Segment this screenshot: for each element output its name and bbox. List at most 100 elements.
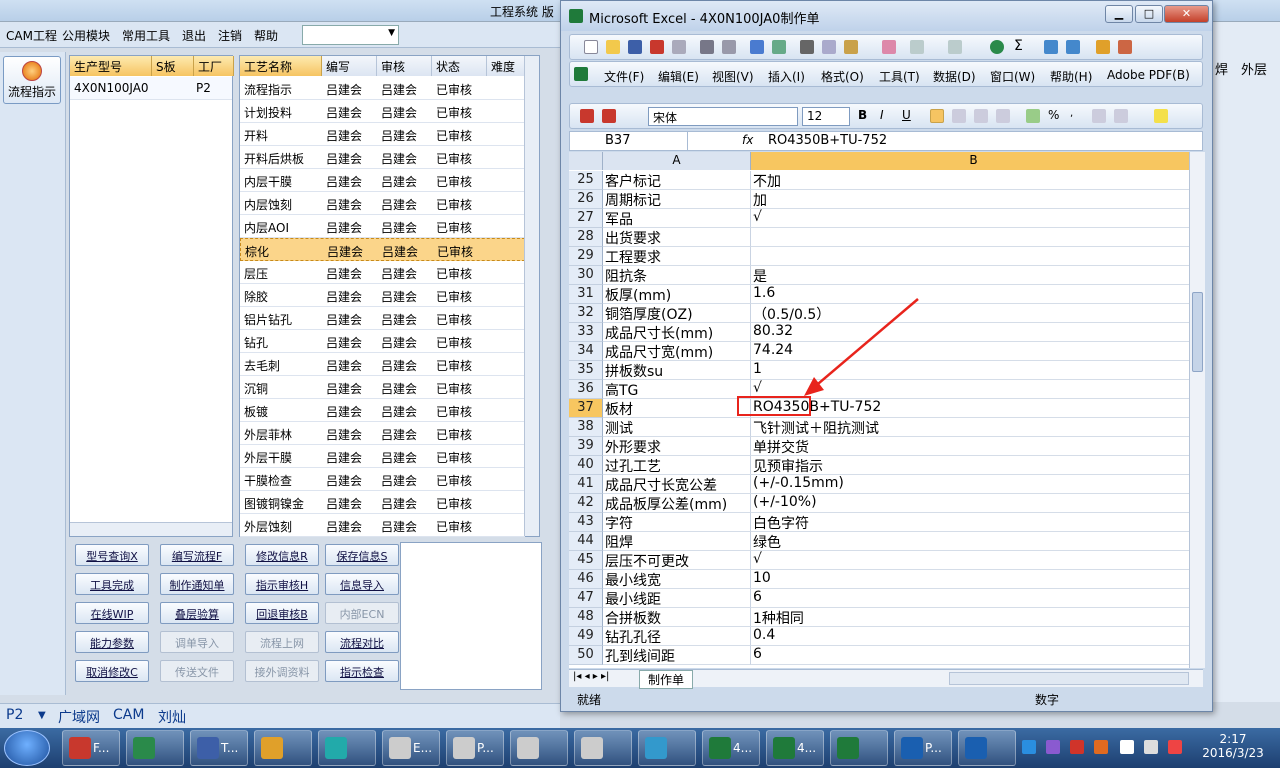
table-row[interactable]: 铝片钻孔 吕建会 吕建会 已审核 [240, 307, 525, 330]
chevron-down-icon[interactable]: ▼ [38, 710, 46, 721]
cell-b[interactable]: 绿色 [751, 532, 1191, 551]
cell-b[interactable] [751, 228, 1191, 247]
cell-a[interactable]: 外形要求 [603, 437, 751, 456]
permission-icon[interactable] [650, 40, 664, 54]
table-row[interactable]: 层压 吕建会 吕建会 已审核 [240, 261, 525, 284]
row-header[interactable]: 25 [569, 171, 603, 190]
cell-b[interactable]: (+/-10%) [751, 494, 1191, 513]
align-center-icon[interactable] [952, 109, 966, 123]
table-row[interactable]: 内层干膜 吕建会 吕建会 已审核 [240, 169, 525, 192]
new-icon[interactable] [584, 40, 598, 54]
action-button[interactable]: 流程对比 [325, 631, 399, 653]
autosum-icon[interactable]: Σ [1014, 38, 1028, 54]
cell-a[interactable]: 最小线宽 [603, 570, 751, 589]
action-button[interactable]: 回退审核B [245, 602, 319, 624]
menu-tools[interactable]: 常用工具 [122, 27, 170, 44]
cell-a[interactable]: 合拼板数 [603, 608, 751, 627]
menu-common[interactable]: 公用模块 [62, 27, 110, 44]
minimize-button[interactable]: ▁ [1105, 5, 1133, 23]
name-box[interactable]: B37 [570, 132, 688, 150]
row-header[interactable]: 44 [569, 532, 603, 551]
clock[interactable]: 2:17 2016/3/23 [1198, 732, 1268, 760]
taskbar-button[interactable] [318, 730, 376, 766]
tray-icon[interactable] [1022, 740, 1036, 754]
menu-edit[interactable]: 编辑(E) [658, 68, 699, 85]
taskbar-button[interactable]: E... [382, 730, 440, 766]
start-button[interactable] [4, 730, 50, 766]
row-header[interactable]: 31 [569, 285, 603, 304]
italic-icon[interactable]: I [880, 108, 894, 122]
table-row[interactable]: 图镀铜镍金 吕建会 吕建会 已审核 [240, 491, 525, 514]
action-button[interactable]: 指示检查 [325, 660, 399, 682]
email-icon[interactable] [672, 40, 686, 54]
taskbar-button[interactable]: 4... [702, 730, 760, 766]
decrease-decimal-icon[interactable] [1114, 109, 1128, 123]
row-header[interactable]: 29 [569, 247, 603, 266]
taskbar-button[interactable]: F... [62, 730, 120, 766]
menu-exit[interactable]: 退出 [182, 27, 206, 44]
copy-icon[interactable] [822, 40, 836, 54]
cell-b[interactable]: 单拼交货 [751, 437, 1191, 456]
cell-a[interactable]: 高TG [603, 380, 751, 399]
table-row[interactable]: 干膜检查 吕建会 吕建会 已审核 [240, 468, 525, 491]
cell-b[interactable]: 是 [751, 266, 1191, 285]
cell-a[interactable]: 过孔工艺 [603, 456, 751, 475]
action-button[interactable]: 接外调资料 [245, 660, 319, 682]
col-header-s[interactable]: S板 [152, 56, 194, 76]
cell-a[interactable]: 字符 [603, 513, 751, 532]
cell-a[interactable]: 出货要求 [603, 228, 751, 247]
row-header[interactable]: 35 [569, 361, 603, 380]
table-row[interactable]: 4X0N100JA0 P2 [70, 77, 232, 100]
close-button[interactable]: ✕ [1164, 5, 1209, 23]
col-header-factory[interactable]: 工厂 [194, 56, 234, 76]
row-header[interactable]: 34 [569, 342, 603, 361]
tray-icon[interactable] [1046, 740, 1060, 754]
chart-icon[interactable] [1096, 40, 1110, 54]
pdf-icon[interactable] [580, 109, 594, 123]
action-button[interactable]: 能力参数 [75, 631, 149, 653]
table-row[interactable]: 钻孔 吕建会 吕建会 已审核 [240, 330, 525, 353]
taskbar-button[interactable]: P... [446, 730, 504, 766]
redo-icon[interactable] [948, 40, 962, 54]
cell-a[interactable]: 板材 [603, 399, 751, 418]
action-button[interactable]: 信息导入 [325, 573, 399, 595]
table-row[interactable]: 除胶 吕建会 吕建会 已审核 [240, 284, 525, 307]
row-header[interactable]: 43 [569, 513, 603, 532]
cell-a[interactable]: 拼板数su [603, 361, 751, 380]
row-header[interactable]: 30 [569, 266, 603, 285]
cell-b[interactable]: 0.4 [751, 627, 1191, 646]
spreadsheet-grid[interactable]: A B 25 客户标记 不加 26 周期标记加 27 军品 √ 28 出货要求 29 工程要求 30 阻抗… [569, 152, 1197, 668]
cell-a[interactable]: 阻焊 [603, 532, 751, 551]
cell-a[interactable]: 最小线距 [603, 589, 751, 608]
row-header[interactable]: 26 [569, 190, 603, 209]
menu-logout[interactable]: 注销 [218, 27, 242, 44]
row-header[interactable]: 38 [569, 418, 603, 437]
row-header[interactable]: 36 [569, 380, 603, 399]
table-row[interactable]: 沉铜 吕建会 吕建会 已审核 [240, 376, 525, 399]
action-button[interactable]: 取消修改C [75, 660, 149, 682]
undo-icon[interactable] [910, 40, 924, 54]
action-button[interactable]: 传送文件 [160, 660, 234, 682]
row-header[interactable]: 39 [569, 437, 603, 456]
cell-a[interactable]: 客户标记 [603, 171, 751, 190]
sheet-tab[interactable]: 制作单 [639, 670, 694, 689]
row-header[interactable]: 48 [569, 608, 603, 627]
research-icon[interactable] [772, 40, 786, 54]
cell-a[interactable]: 军品 [603, 209, 751, 228]
action-button[interactable]: 修改信息R [245, 544, 319, 566]
maximize-button[interactable]: □ [1135, 5, 1163, 23]
menu-window[interactable]: 窗口(W) [990, 68, 1035, 85]
table-row[interactable]: 板镀 吕建会 吕建会 已审核 [240, 399, 525, 422]
menu-file[interactable]: 文件(F) [604, 68, 644, 85]
cell-b[interactable]: 加 [751, 190, 1191, 209]
taskbar-button[interactable] [574, 730, 632, 766]
table-row[interactable]: 计划投料 吕建会 吕建会 已审核 [240, 100, 525, 123]
flow-indicator-button[interactable]: 流程指示 [3, 56, 61, 104]
drawing-icon[interactable] [1118, 40, 1132, 54]
col-header-status[interactable]: 状态 [432, 56, 487, 76]
save-icon[interactable] [628, 40, 642, 54]
paste-icon[interactable] [844, 40, 858, 54]
cell-a[interactable]: 孔到线间距 [603, 646, 751, 665]
open-icon[interactable] [606, 40, 620, 54]
cell-b[interactable]: 6 [751, 589, 1191, 608]
